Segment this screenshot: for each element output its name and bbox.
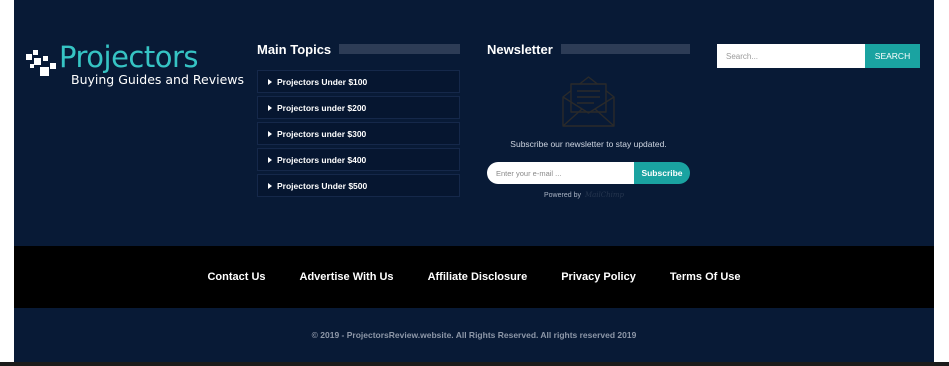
search-button[interactable]: SEARCH <box>865 44 920 68</box>
nav-link-affiliate-disclosure[interactable]: Affiliate Disclosure <box>428 271 528 283</box>
logo-title: Projectors <box>59 40 199 74</box>
envelope-icon <box>562 76 615 127</box>
topic-item[interactable]: Projectors Under $100 <box>257 70 460 93</box>
nav-link-advertise[interactable]: Advertise With Us <box>300 271 394 283</box>
powered-by: Powered by MailChimp <box>544 190 624 200</box>
caret-right-icon <box>268 182 272 189</box>
topic-label: Projectors Under $500 <box>277 180 368 191</box>
nav-link-contact-us[interactable]: Contact Us <box>207 271 265 283</box>
mailchimp-logo[interactable]: MailChimp <box>585 191 624 199</box>
newsletter-heading: Newsletter <box>487 41 690 57</box>
topic-item[interactable]: Projectors under $200 <box>257 96 460 119</box>
topic-label: Projectors under $300 <box>277 128 367 139</box>
newsletter-description: Subscribe our newsletter to stay updated… <box>510 139 667 149</box>
bottom-divider <box>0 362 949 366</box>
caret-right-icon <box>268 130 272 137</box>
topic-item[interactable]: Projectors Under $500 <box>257 174 460 197</box>
caret-right-icon <box>268 104 272 111</box>
subscribe-button[interactable]: Subscribe <box>634 162 690 184</box>
topic-item[interactable]: Projectors under $300 <box>257 122 460 145</box>
topic-label: Projectors Under $100 <box>277 76 368 87</box>
topic-label: Projectors under $400 <box>277 154 367 165</box>
copyright-text: © 2019 - ProjectorsReview.website. All R… <box>311 330 637 340</box>
heading-divider <box>560 44 690 54</box>
heading-divider <box>339 44 460 54</box>
logo-pixel-icon <box>26 50 56 76</box>
topic-label: Projectors under $200 <box>277 102 367 113</box>
newsletter-title: Newsletter <box>487 41 553 57</box>
logo-subtitle: Buying Guides and Reviews <box>71 72 244 87</box>
topic-item[interactable]: Projectors under $400 <box>257 148 460 171</box>
main-topics-heading: Main Topics <box>257 41 460 57</box>
newsletter-form: Subscribe <box>487 162 690 184</box>
search-input[interactable] <box>717 44 866 68</box>
caret-right-icon <box>268 78 272 85</box>
footer-nav: Contact Us Advertise With Us Affiliate D… <box>14 246 934 308</box>
footer-widgets-area <box>14 0 934 246</box>
main-topics-title: Main Topics <box>257 41 332 57</box>
main-topics-list: Projectors Under $100 Projectors under $… <box>257 70 460 200</box>
site-logo[interactable]: Projectors Buying Guides and Reviews <box>26 40 244 90</box>
powered-by-text: Powered by <box>544 191 581 199</box>
nav-link-terms-of-use[interactable]: Terms Of Use <box>670 271 741 283</box>
nav-link-privacy-policy[interactable]: Privacy Policy <box>561 271 636 283</box>
newsletter-email-input[interactable] <box>487 162 635 184</box>
caret-right-icon <box>268 156 272 163</box>
